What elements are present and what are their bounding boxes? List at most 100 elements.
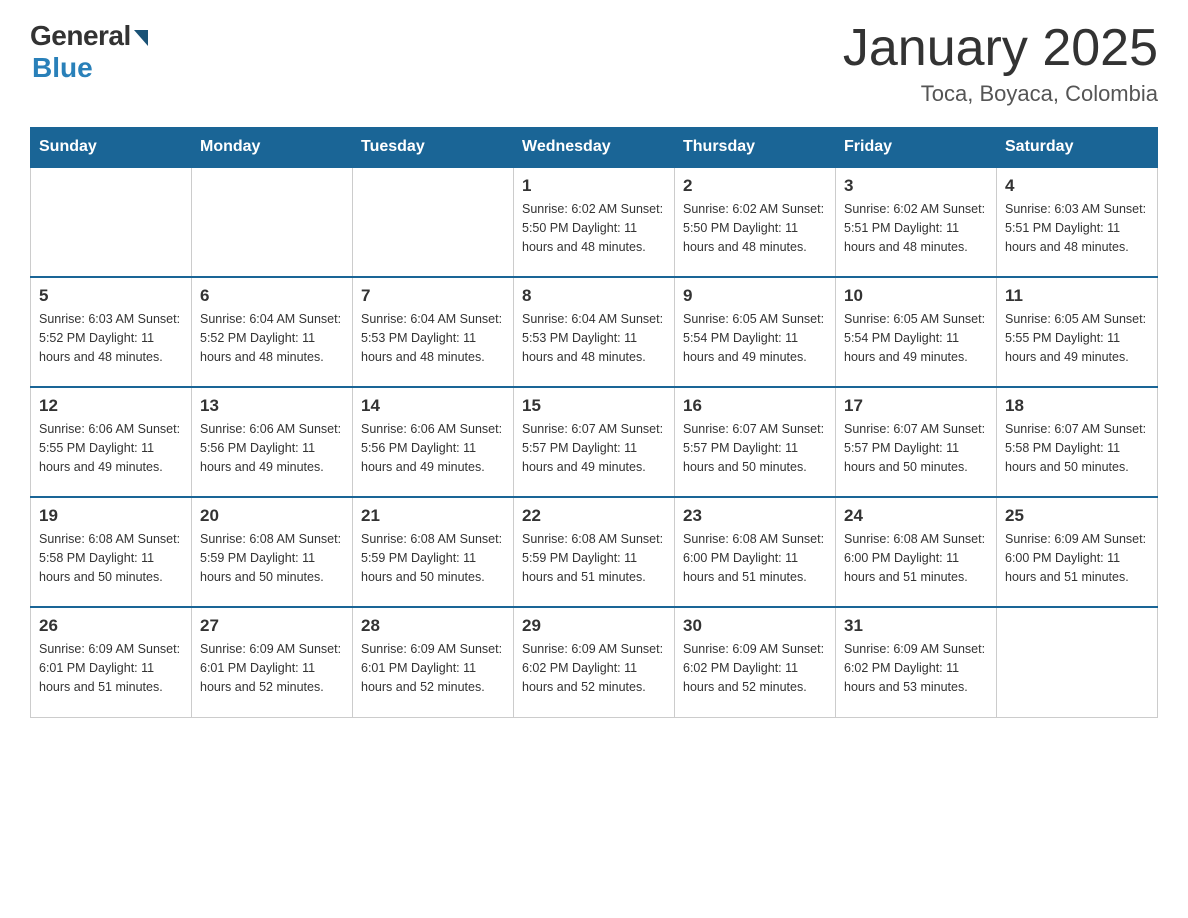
- day-number: 23: [683, 506, 827, 526]
- day-info: Sunrise: 6:09 AM Sunset: 6:02 PM Dayligh…: [844, 640, 988, 696]
- day-cell: 5Sunrise: 6:03 AM Sunset: 5:52 PM Daylig…: [31, 277, 192, 387]
- page-header: General Blue January 2025 Toca, Boyaca, …: [30, 20, 1158, 107]
- day-cell: 15 Sunrise: 6:07 AM Sunset: 5:57 PM Dayli…: [514, 387, 675, 497]
- day-number: 31: [844, 616, 988, 636]
- day-cell: 4 Sunrise: 6:03 AM Sunset: 5:51 PM Daylig…: [997, 167, 1158, 277]
- day-cell: 29 Sunrise: 6:09 AM Sunset: 6:02 PM Dayli…: [514, 607, 675, 717]
- day-cell: 11 Sunrise: 6:05 AM Sunset: 5:55 PM Dayli…: [997, 277, 1158, 387]
- day-info: Sunrise: 6:06 AM Sunset: 5:55 PM Dayligh…: [39, 420, 183, 476]
- day-info: Sunrise: 6:08 AM Sunset: 5:58 PM Dayligh…: [39, 530, 183, 586]
- week-row-3: 12 Sunrise: 6:06 AM Sunset: 5:55 PM Dayli…: [31, 387, 1158, 497]
- day-cell: 8Sunrise: 6:04 AM Sunset: 5:53 PM Daylig…: [514, 277, 675, 387]
- day-cell: [997, 607, 1158, 717]
- calendar-title: January 2025: [843, 20, 1158, 77]
- day-info: Sunrise: 6:04 AM Sunset: 5:53 PM Dayligh…: [361, 310, 505, 366]
- header-row: SundayMondayTuesdayWednesdayThursdayFrid…: [31, 128, 1158, 168]
- day-number: 25: [1005, 506, 1149, 526]
- day-cell: 9Sunrise: 6:05 AM Sunset: 5:54 PM Daylig…: [675, 277, 836, 387]
- day-info: Sunrise: 6:07 AM Sunset: 5:57 PM Dayligh…: [522, 420, 666, 476]
- day-info: Sunrise: 6:03 AM Sunset: 5:51 PM Dayligh…: [1005, 200, 1149, 256]
- day-number: 29: [522, 616, 666, 636]
- header-cell-monday: Monday: [192, 128, 353, 168]
- day-cell: [192, 167, 353, 277]
- header-cell-thursday: Thursday: [675, 128, 836, 168]
- logo: General Blue: [30, 20, 148, 84]
- day-number: 16: [683, 396, 827, 416]
- calendar-subtitle: Toca, Boyaca, Colombia: [843, 81, 1158, 107]
- day-info: Sunrise: 6:08 AM Sunset: 5:59 PM Dayligh…: [522, 530, 666, 586]
- day-info: Sunrise: 6:09 AM Sunset: 6:01 PM Dayligh…: [39, 640, 183, 696]
- day-cell: 20 Sunrise: 6:08 AM Sunset: 5:59 PM Dayli…: [192, 497, 353, 607]
- day-cell: 1 Sunrise: 6:02 AM Sunset: 5:50 PM Daylig…: [514, 167, 675, 277]
- day-number: 15: [522, 396, 666, 416]
- day-info: Sunrise: 6:06 AM Sunset: 5:56 PM Dayligh…: [361, 420, 505, 476]
- calendar-table: SundayMondayTuesdayWednesdayThursdayFrid…: [30, 127, 1158, 718]
- day-info: Sunrise: 6:02 AM Sunset: 5:50 PM Dayligh…: [683, 200, 827, 256]
- day-cell: 25 Sunrise: 6:09 AM Sunset: 6:00 PM Dayli…: [997, 497, 1158, 607]
- day-number: 26: [39, 616, 183, 636]
- day-cell: [353, 167, 514, 277]
- day-number: 20: [200, 506, 344, 526]
- day-info: Sunrise: 6:09 AM Sunset: 6:01 PM Dayligh…: [200, 640, 344, 696]
- day-info: Sunrise: 6:04 AM Sunset: 5:52 PM Dayligh…: [200, 310, 344, 366]
- day-cell: 13 Sunrise: 6:06 AM Sunset: 5:56 PM Dayli…: [192, 387, 353, 497]
- day-info: Sunrise: 6:06 AM Sunset: 5:56 PM Dayligh…: [200, 420, 344, 476]
- day-cell: 24Sunrise: 6:08 AM Sunset: 6:00 PM Dayli…: [836, 497, 997, 607]
- week-row-1: 1 Sunrise: 6:02 AM Sunset: 5:50 PM Daylig…: [31, 167, 1158, 277]
- week-row-2: 5Sunrise: 6:03 AM Sunset: 5:52 PM Daylig…: [31, 277, 1158, 387]
- day-cell: 2 Sunrise: 6:02 AM Sunset: 5:50 PM Daylig…: [675, 167, 836, 277]
- day-cell: 19 Sunrise: 6:08 AM Sunset: 5:58 PM Dayli…: [31, 497, 192, 607]
- day-info: Sunrise: 6:08 AM Sunset: 5:59 PM Dayligh…: [200, 530, 344, 586]
- day-cell: 10 Sunrise: 6:05 AM Sunset: 5:54 PM Dayli…: [836, 277, 997, 387]
- week-row-5: 26 Sunrise: 6:09 AM Sunset: 6:01 PM Dayli…: [31, 607, 1158, 717]
- day-info: Sunrise: 6:02 AM Sunset: 5:51 PM Dayligh…: [844, 200, 988, 256]
- logo-blue-text: Blue: [32, 52, 93, 84]
- day-info: Sunrise: 6:03 AM Sunset: 5:52 PM Dayligh…: [39, 310, 183, 366]
- day-cell: 12 Sunrise: 6:06 AM Sunset: 5:55 PM Dayli…: [31, 387, 192, 497]
- header-cell-tuesday: Tuesday: [353, 128, 514, 168]
- day-number: 30: [683, 616, 827, 636]
- day-number: 2: [683, 176, 827, 196]
- day-info: Sunrise: 6:09 AM Sunset: 6:00 PM Dayligh…: [1005, 530, 1149, 586]
- day-number: 22: [522, 506, 666, 526]
- header-cell-sunday: Sunday: [31, 128, 192, 168]
- day-info: Sunrise: 6:07 AM Sunset: 5:58 PM Dayligh…: [1005, 420, 1149, 476]
- day-cell: 22 Sunrise: 6:08 AM Sunset: 5:59 PM Dayli…: [514, 497, 675, 607]
- day-info: Sunrise: 6:04 AM Sunset: 5:53 PM Dayligh…: [522, 310, 666, 366]
- day-number: 12: [39, 396, 183, 416]
- day-cell: 16Sunrise: 6:07 AM Sunset: 5:57 PM Dayli…: [675, 387, 836, 497]
- day-number: 10: [844, 286, 988, 306]
- week-row-4: 19 Sunrise: 6:08 AM Sunset: 5:58 PM Dayli…: [31, 497, 1158, 607]
- day-number: 4: [1005, 176, 1149, 196]
- day-info: Sunrise: 6:09 AM Sunset: 6:02 PM Dayligh…: [522, 640, 666, 696]
- day-number: 19: [39, 506, 183, 526]
- day-number: 21: [361, 506, 505, 526]
- header-cell-saturday: Saturday: [997, 128, 1158, 168]
- day-number: 14: [361, 396, 505, 416]
- day-info: Sunrise: 6:09 AM Sunset: 6:02 PM Dayligh…: [683, 640, 827, 696]
- day-info: Sunrise: 6:05 AM Sunset: 5:55 PM Dayligh…: [1005, 310, 1149, 366]
- day-cell: 21Sunrise: 6:08 AM Sunset: 5:59 PM Dayli…: [353, 497, 514, 607]
- day-cell: 14 Sunrise: 6:06 AM Sunset: 5:56 PM Dayli…: [353, 387, 514, 497]
- logo-general-text: General: [30, 20, 131, 52]
- day-cell: 27 Sunrise: 6:09 AM Sunset: 6:01 PM Dayli…: [192, 607, 353, 717]
- header-cell-wednesday: Wednesday: [514, 128, 675, 168]
- day-info: Sunrise: 6:08 AM Sunset: 6:00 PM Dayligh…: [683, 530, 827, 586]
- header-cell-friday: Friday: [836, 128, 997, 168]
- day-info: Sunrise: 6:07 AM Sunset: 5:57 PM Dayligh…: [844, 420, 988, 476]
- day-info: Sunrise: 6:02 AM Sunset: 5:50 PM Dayligh…: [522, 200, 666, 256]
- day-number: 24: [844, 506, 988, 526]
- day-number: 18: [1005, 396, 1149, 416]
- day-cell: 6Sunrise: 6:04 AM Sunset: 5:52 PM Daylig…: [192, 277, 353, 387]
- day-number: 13: [200, 396, 344, 416]
- day-number: 3: [844, 176, 988, 196]
- day-number: 9: [683, 286, 827, 306]
- day-cell: 23 Sunrise: 6:08 AM Sunset: 6:00 PM Dayli…: [675, 497, 836, 607]
- day-cell: 30 Sunrise: 6:09 AM Sunset: 6:02 PM Dayli…: [675, 607, 836, 717]
- calendar-header: SundayMondayTuesdayWednesdayThursdayFrid…: [31, 128, 1158, 168]
- day-number: 11: [1005, 286, 1149, 306]
- day-number: 27: [200, 616, 344, 636]
- day-number: 1: [522, 176, 666, 196]
- day-number: 28: [361, 616, 505, 636]
- day-info: Sunrise: 6:05 AM Sunset: 5:54 PM Dayligh…: [844, 310, 988, 366]
